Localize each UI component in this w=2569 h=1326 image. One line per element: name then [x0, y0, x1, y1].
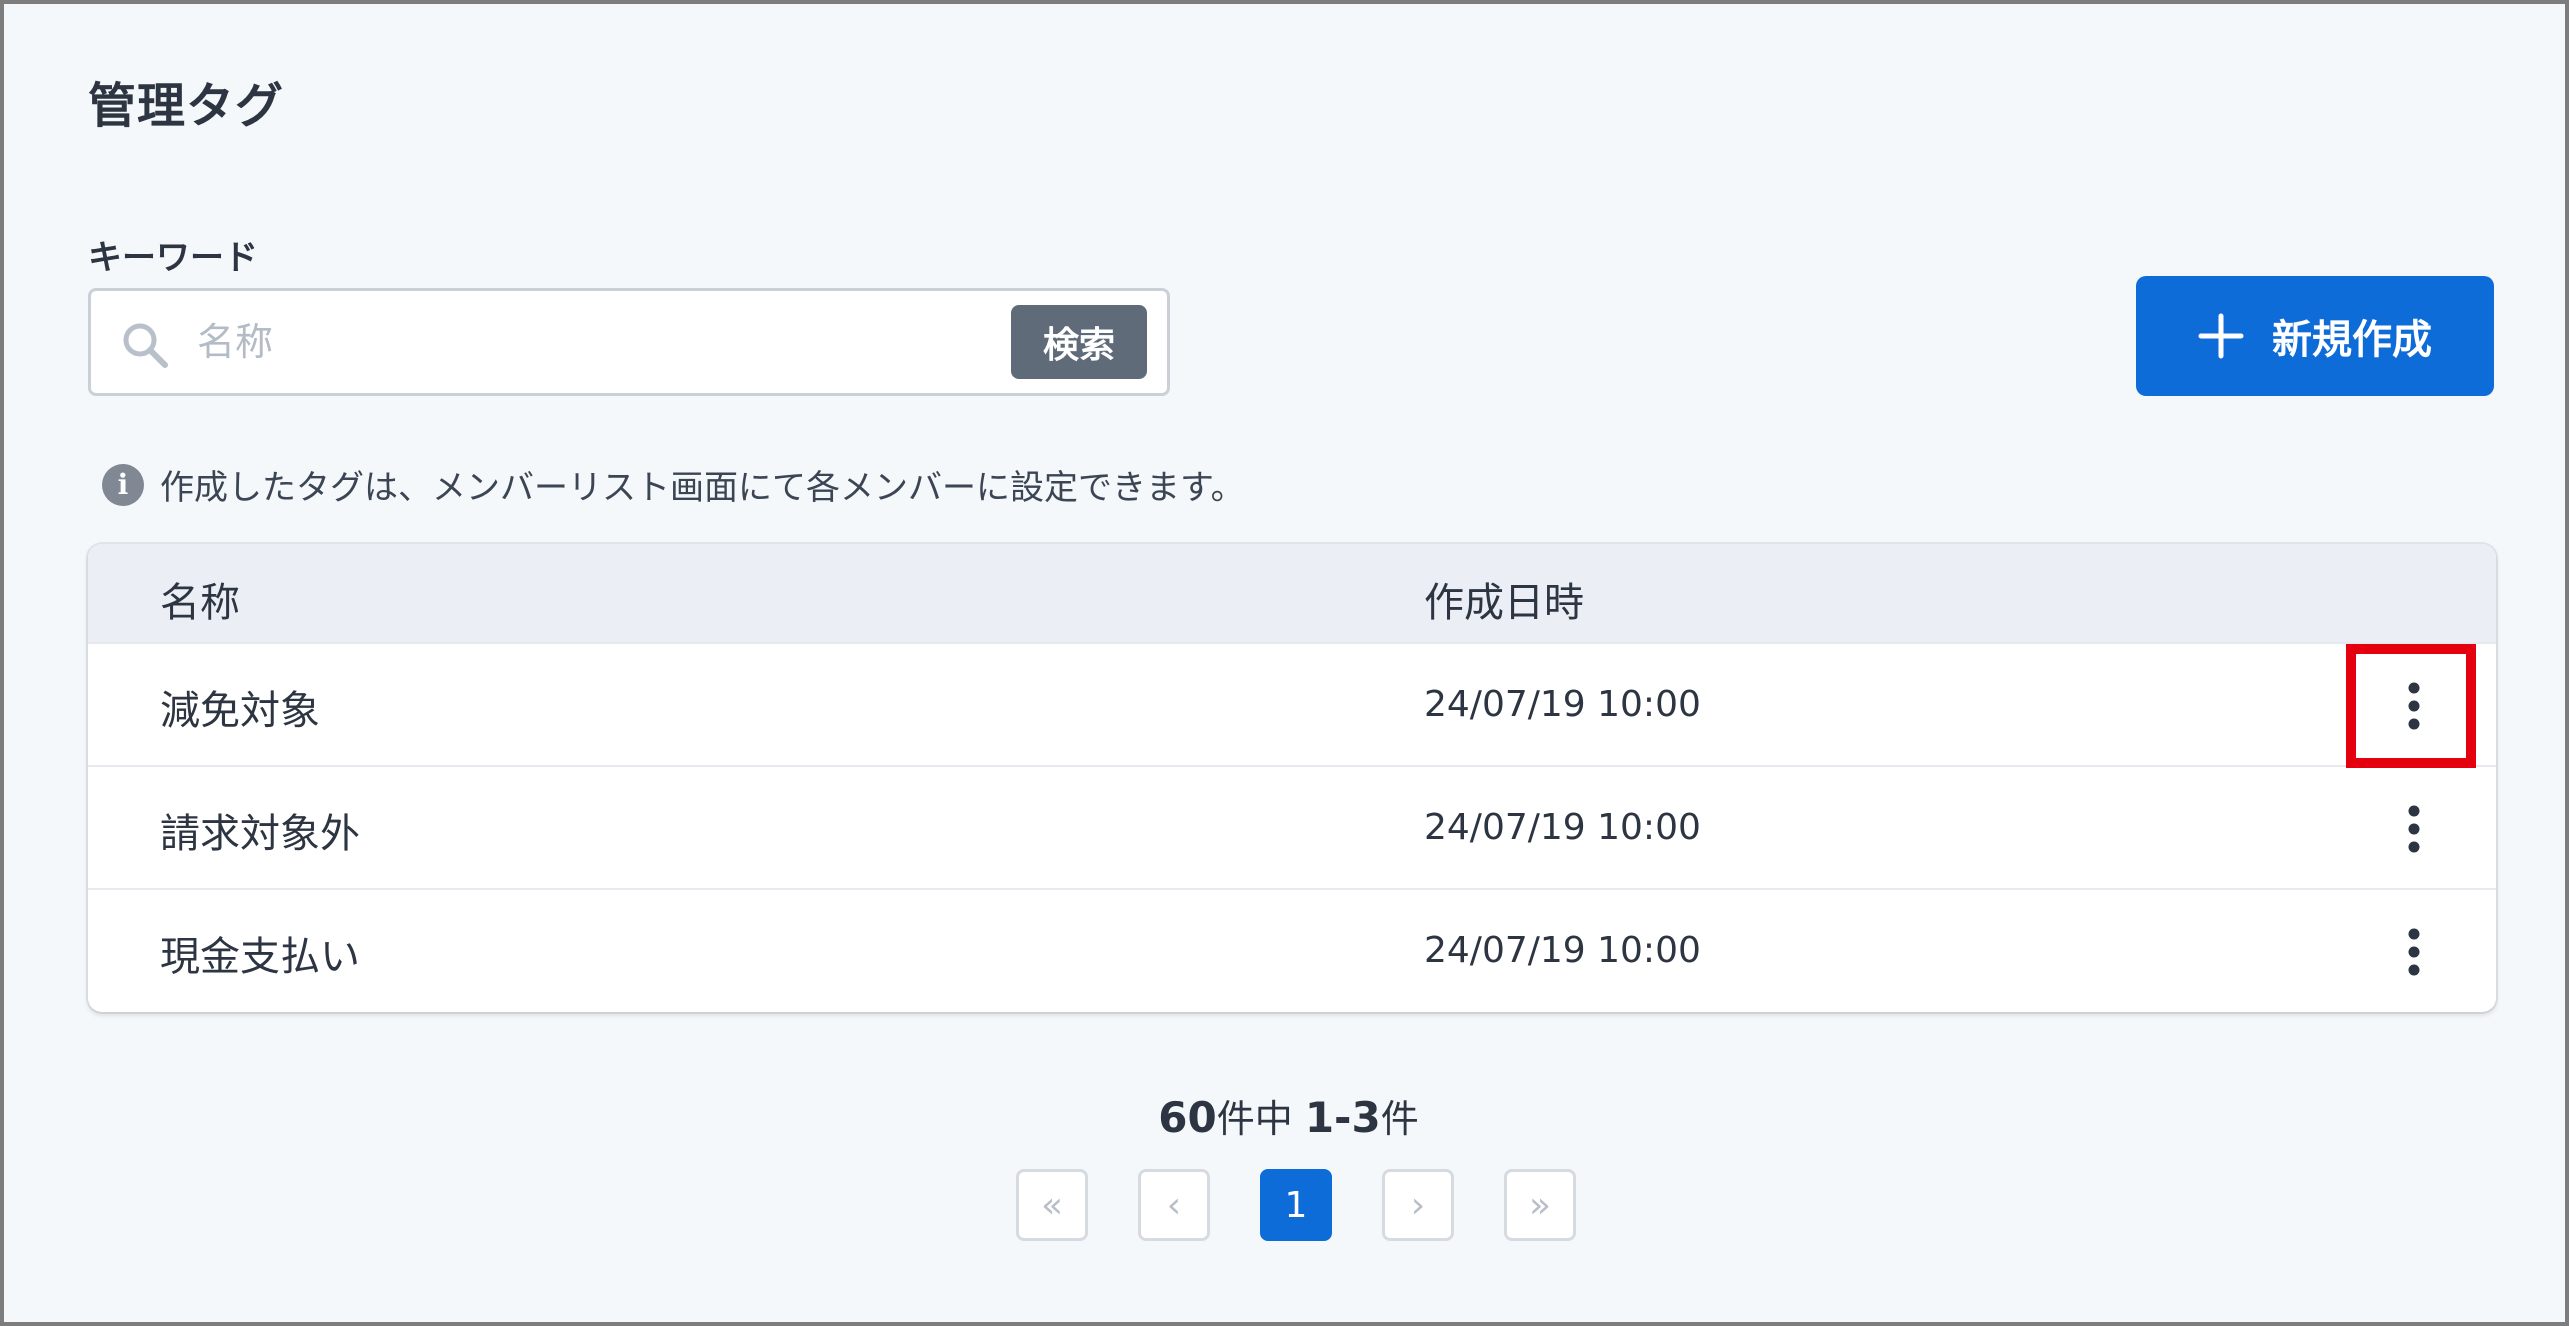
- search-button[interactable]: 検索: [1011, 305, 1147, 379]
- page-title: 管理タグ: [88, 78, 285, 134]
- last-page-button[interactable]: »: [1504, 1169, 1576, 1241]
- page-1-button[interactable]: 1: [1260, 1169, 1332, 1241]
- total-suffix: 件中: [1216, 1097, 1293, 1141]
- first-page-button[interactable]: «: [1016, 1169, 1088, 1241]
- tag-created-date: 24/07/19 10:00: [1424, 807, 1701, 848]
- table-row: 現金支払い 24/07/19 10:00: [88, 888, 2496, 1011]
- search-input[interactable]: [197, 309, 1077, 375]
- table-row: 減免対象 24/07/19 10:00: [88, 642, 2496, 765]
- tag-name: 減免対象: [160, 688, 320, 734]
- column-header-created: 作成日時: [1424, 580, 1584, 626]
- page-number: 1: [1284, 1184, 1308, 1226]
- tag-name: 請求対象外: [160, 811, 360, 857]
- double-chevron-left-icon: «: [1040, 1184, 1064, 1226]
- info-icon: i: [102, 463, 144, 506]
- search-button-label: 検索: [1042, 325, 1115, 366]
- table-row: 請求対象外 24/07/19 10:00: [88, 765, 2496, 888]
- chevron-right-icon: ›: [1410, 1184, 1426, 1226]
- chevron-left-icon: ‹: [1166, 1184, 1182, 1226]
- pagination: « ‹ 1 › »: [1016, 1169, 1576, 1241]
- row-menu-button[interactable]: [2384, 791, 2444, 867]
- table-header: 名称 作成日時: [88, 544, 2496, 642]
- new-create-button[interactable]: 新規作成: [2136, 276, 2494, 396]
- search-icon: [123, 323, 168, 368]
- info-message: i 作成したタグは、メンバーリスト画面にて各メンバーに設定できます。: [102, 460, 1245, 509]
- range-suffix: 件: [1380, 1097, 1419, 1141]
- total-count: 60: [1158, 1093, 1217, 1142]
- tag-created-date: 24/07/19 10:00: [1424, 930, 1701, 971]
- range-text: 1-3: [1304, 1093, 1381, 1142]
- double-chevron-right-icon: »: [1528, 1184, 1552, 1226]
- tag-name: 現金支払い: [160, 934, 360, 980]
- column-header-name: 名称: [160, 580, 240, 626]
- plus-icon: [2198, 313, 2244, 359]
- tags-table: 名称 作成日時 減免対象 24/07/19 10:00 請求対象外 24/07/…: [88, 544, 2496, 1012]
- info-text: 作成したタグは、メンバーリスト画面にて各メンバーに設定できます。: [160, 468, 1245, 508]
- pagination-count: 60件中 1-3件: [4, 1088, 2569, 1143]
- row-menu-button[interactable]: [2384, 914, 2444, 990]
- prev-page-button[interactable]: ‹: [1138, 1169, 1210, 1241]
- search-box: 検索: [88, 288, 1170, 396]
- next-page-button[interactable]: ›: [1382, 1169, 1454, 1241]
- tag-created-date: 24/07/19 10:00: [1424, 684, 1701, 725]
- keyword-label: キーワード: [88, 238, 258, 278]
- page-frame: 管理タグ キーワード 検索 新規作成 i 作成したタグは、メンバーリスト画面にて…: [0, 0, 2569, 1326]
- more-vertical-icon: [2408, 805, 2420, 853]
- more-vertical-icon: [2408, 928, 2420, 976]
- new-create-label: 新規作成: [2272, 317, 2432, 363]
- highlight-box: [2346, 644, 2476, 768]
